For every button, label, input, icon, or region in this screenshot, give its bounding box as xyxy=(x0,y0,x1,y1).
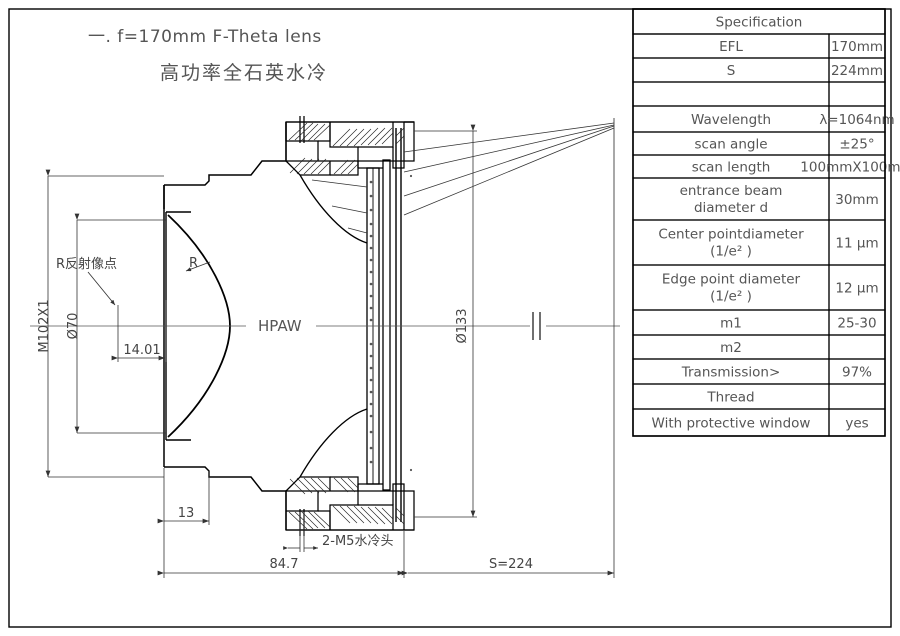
spec-row-label: m1 xyxy=(720,316,742,332)
scan-ray-bundle xyxy=(403,122,615,216)
spec-row-label: EFL xyxy=(719,39,743,55)
spec-row-value-cell xyxy=(828,383,886,410)
spec-row-label: Thread xyxy=(706,390,754,406)
spec-row-label: Edge point diameter xyxy=(662,272,801,288)
dim-label-84-7: 84.7 xyxy=(270,557,299,572)
spec-row-value: 25-30 xyxy=(837,316,876,332)
spec-row-label: With protective window xyxy=(652,416,811,432)
spec-row-label-cell xyxy=(632,81,830,107)
spec-row-label: scan angle xyxy=(694,137,767,153)
dim-label-water-port: 2-M5水冷头 xyxy=(322,534,393,549)
dim-label-d133: Ø133 xyxy=(455,308,470,343)
spec-row-label: Transmission> xyxy=(681,365,781,381)
spec-row-value: 30mm xyxy=(835,192,878,208)
dim-label-m102x1: M102X1 xyxy=(37,299,52,352)
specification-table: Specification EFL 170mm S 224mm Wavelength λ=1… xyxy=(632,8,900,437)
window-plate-stack xyxy=(366,128,413,522)
internal-ray-guides xyxy=(311,179,368,234)
spec-row-label: Wavelength xyxy=(691,112,771,128)
spec-row-label: S xyxy=(727,63,736,79)
dim-label-13: 13 xyxy=(178,506,195,521)
spec-row-value: 12 μm xyxy=(835,281,878,297)
dim-water-port xyxy=(283,512,318,552)
leader-reflect-note xyxy=(87,271,116,306)
spec-row-label: scan length xyxy=(692,160,771,176)
spec-row-label: diameter d xyxy=(694,200,768,216)
spec-row-value: 11 μm xyxy=(835,236,878,252)
spec-row-value: 224mm xyxy=(831,63,883,79)
spec-row-value: yes xyxy=(845,416,868,432)
support-wall-bottom xyxy=(299,408,368,478)
axis-break-symbol xyxy=(532,312,541,340)
lens-assembly-section: HPAW xyxy=(30,116,620,536)
bottom-flange-hatch xyxy=(288,477,405,530)
center-label-hpaw: HPAW xyxy=(258,317,302,335)
drawing-title-line2: 高功率全石英水冷 xyxy=(160,62,328,84)
dim-s-224 xyxy=(401,230,615,578)
spec-row-label: entrance beam xyxy=(680,183,783,199)
technical-drawing-svg: 一. f=170mm F-Theta lens 高功率全石英水冷 HPAW M1… xyxy=(8,8,900,628)
drawing-title-line1: 一. f=170mm F-Theta lens xyxy=(88,27,322,47)
dim-label-radius: R xyxy=(189,256,198,271)
spec-row-label: m2 xyxy=(720,340,742,356)
spec-row-label: (1/e² ) xyxy=(710,244,752,260)
spec-row-value-cell xyxy=(828,81,886,107)
support-wall-top xyxy=(299,174,368,244)
dim-label-d70: Ø70 xyxy=(66,313,81,340)
spec-row-label: Center pointdiameter xyxy=(658,227,804,243)
dim-13 xyxy=(157,468,210,578)
dim-d70 xyxy=(74,213,166,434)
spec-table-header-text: Specification xyxy=(716,15,803,31)
drawing-canvas: 一. f=170mm F-Theta lens 高功率全石英水冷 HPAW M1… xyxy=(0,0,900,636)
dim-label-s-224: S=224 xyxy=(489,557,533,572)
spec-row-value: ±25° xyxy=(839,137,874,153)
top-flange-hatch xyxy=(288,122,405,175)
note-reflect-point: R反射像点 xyxy=(56,256,117,272)
spec-row-label: (1/e² ) xyxy=(710,289,752,305)
spec-row-value-cell xyxy=(828,334,886,360)
spec-row-value: 97% xyxy=(842,365,872,381)
housing-upper-profile xyxy=(163,122,287,209)
dim-label-14-01: 14.01 xyxy=(123,343,160,358)
sheet-border xyxy=(8,8,892,628)
spec-row-value: 170mm xyxy=(831,39,883,55)
spec-row-value: λ=1064nm xyxy=(819,112,894,128)
